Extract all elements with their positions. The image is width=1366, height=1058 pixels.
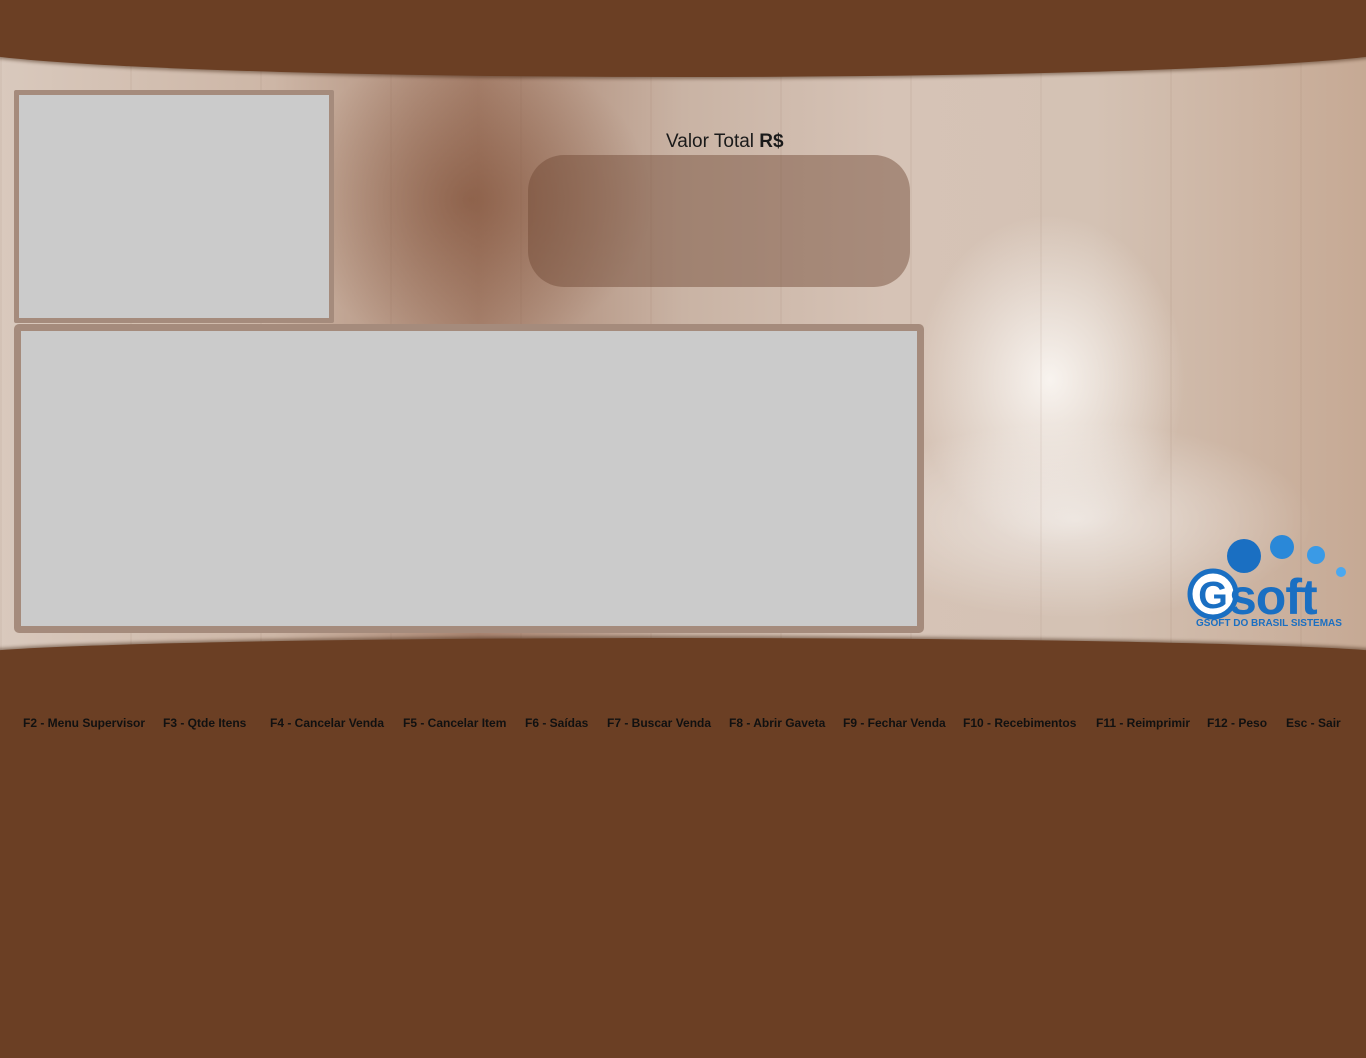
sale-items-list-panel[interactable] <box>14 324 924 633</box>
fkey-f8-abrir-gaveta[interactable]: F8 - Abrir Gaveta <box>729 716 825 730</box>
total-value-display <box>528 155 910 287</box>
product-image-panel <box>14 90 334 323</box>
fkey-f3-qtde-itens[interactable]: F3 - Qtde Itens <box>163 716 246 730</box>
total-value-label: Valor Total R$ <box>666 131 784 153</box>
fkey-f9-fechar-venda[interactable]: F9 - Fechar Venda <box>843 716 946 730</box>
total-currency-symbol: R$ <box>759 131 784 152</box>
fkey-f12-peso[interactable]: F12 - Peso <box>1207 716 1267 730</box>
fkey-esc-sair[interactable]: Esc - Sair <box>1286 716 1341 730</box>
top-header-band-fill <box>0 0 1366 56</box>
logo-dot-medium <box>1270 535 1294 559</box>
bottom-footer-band <box>0 638 1366 1058</box>
fkey-f4-cancelar-venda[interactable]: F4 - Cancelar Venda <box>270 716 384 730</box>
fkey-f7-buscar-venda[interactable]: F7 - Buscar Venda <box>607 716 711 730</box>
logo-subtitle: GSOFT DO BRASIL SISTEMAS <box>1196 618 1342 629</box>
fkey-f2-menu-supervisor[interactable]: F2 - Menu Supervisor <box>23 716 145 730</box>
fkey-f10-recebimentos[interactable]: F10 - Recebimentos <box>963 716 1076 730</box>
total-label-text: Valor Total <box>666 131 755 152</box>
function-key-bar: F2 - Menu Supervisor F3 - Qtde Itens F4 … <box>0 716 1366 734</box>
fkey-f11-reimprimir[interactable]: F11 - Reimprimir <box>1096 716 1190 730</box>
fkey-f5-cancelar-item[interactable]: F5 - Cancelar Item <box>403 716 506 730</box>
logo-dot-tiny <box>1336 567 1346 577</box>
logo-name-text: soft <box>1229 569 1318 625</box>
logo-dot-small <box>1307 546 1325 564</box>
fkey-f6-saidas[interactable]: F6 - Saídas <box>525 716 588 730</box>
logo-dot-large <box>1227 539 1261 573</box>
logo-g-letter: G <box>1198 575 1228 617</box>
